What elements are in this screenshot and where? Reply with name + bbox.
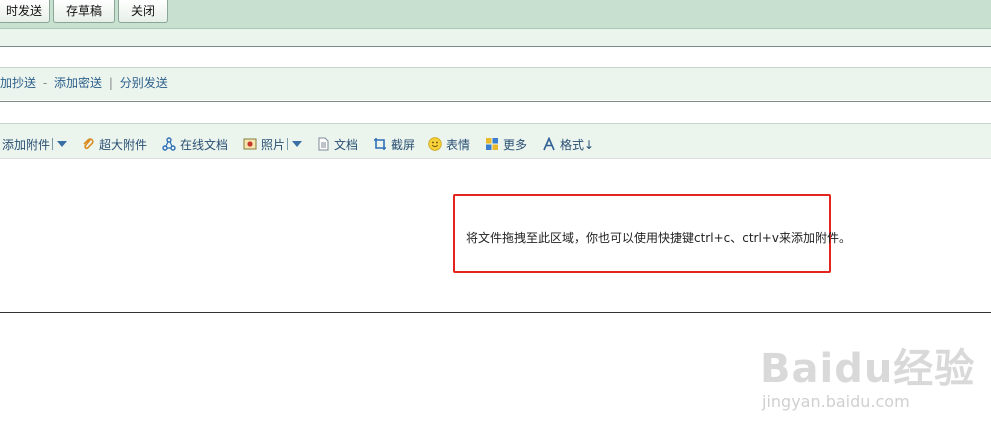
divider — [52, 138, 54, 150]
dash-separator: - — [42, 76, 48, 90]
chevron-down-icon[interactable] — [57, 141, 68, 147]
document-button[interactable]: 文档 — [316, 136, 358, 154]
online-docs-label: 在线文档 — [180, 138, 229, 152]
compose-toolbar: 时发送 存草稿 关闭 — [0, 0, 991, 29]
add-bcc-link[interactable]: 添加密送 — [54, 76, 102, 90]
separate-send-link[interactable]: 分别发送 — [120, 76, 168, 90]
recipient-options: 加抄送 - 添加密送 | 分别发送 — [0, 74, 168, 91]
add-attachment-button[interactable]: 添加附件 — [2, 136, 68, 154]
photo-button[interactable]: 照片 — [243, 136, 303, 154]
close-button[interactable]: 关闭 — [118, 0, 168, 23]
toolbar-strip — [0, 29, 991, 46]
save-draft-button[interactable]: 存草稿 — [53, 0, 115, 23]
more-label: 更多 — [503, 138, 528, 152]
baidu-watermark-url: jingyan.baidu.com — [762, 392, 910, 411]
baidu-watermark-logo: Baidu经验 — [760, 346, 976, 392]
format-label: 格式↓ — [560, 138, 595, 152]
divider — [0, 101, 991, 102]
paperclip-icon — [83, 138, 94, 150]
photo-label: 照片 — [261, 138, 286, 152]
emoji-button[interactable]: 表情 — [428, 136, 470, 154]
share-nodes-icon — [162, 137, 176, 151]
photo-icon — [243, 138, 257, 150]
divider — [0, 46, 991, 47]
send-button[interactable]: 时发送 — [0, 0, 50, 23]
more-button[interactable]: 更多 — [485, 136, 527, 154]
dropzone-hint: 将文件拖拽至此区域，你也可以使用快捷键ctrl+c、ctrl+v来添加附件。 — [466, 231, 851, 245]
font-a-icon — [543, 137, 555, 151]
attachment-toolbar: 添加附件 超大附件 在线文档 照片 文档 截屏 表情 更多 格式↓ — [0, 123, 991, 159]
emoji-label: 表情 — [446, 138, 471, 152]
chevron-down-icon[interactable] — [292, 141, 303, 147]
screenshot-label: 截屏 — [391, 138, 416, 152]
large-attachment-button[interactable]: 超大附件 — [81, 136, 147, 154]
screenshot-button[interactable]: 截屏 — [373, 136, 415, 154]
screenshot-icon — [374, 138, 386, 150]
document-label: 文档 — [334, 138, 359, 152]
add-cc-link[interactable]: 加抄送 — [0, 76, 36, 90]
grid-icon — [486, 138, 498, 150]
large-attachment-label: 超大附件 — [99, 138, 148, 152]
online-docs-button[interactable]: 在线文档 — [162, 136, 228, 154]
divider — [287, 138, 289, 150]
add-attachment-label: 添加附件 — [2, 138, 51, 152]
divider — [0, 312, 991, 313]
document-icon — [318, 137, 329, 151]
pipe-separator: | — [108, 76, 113, 90]
format-button[interactable]: 格式↓ — [542, 136, 594, 154]
smiley-icon — [428, 137, 442, 151]
